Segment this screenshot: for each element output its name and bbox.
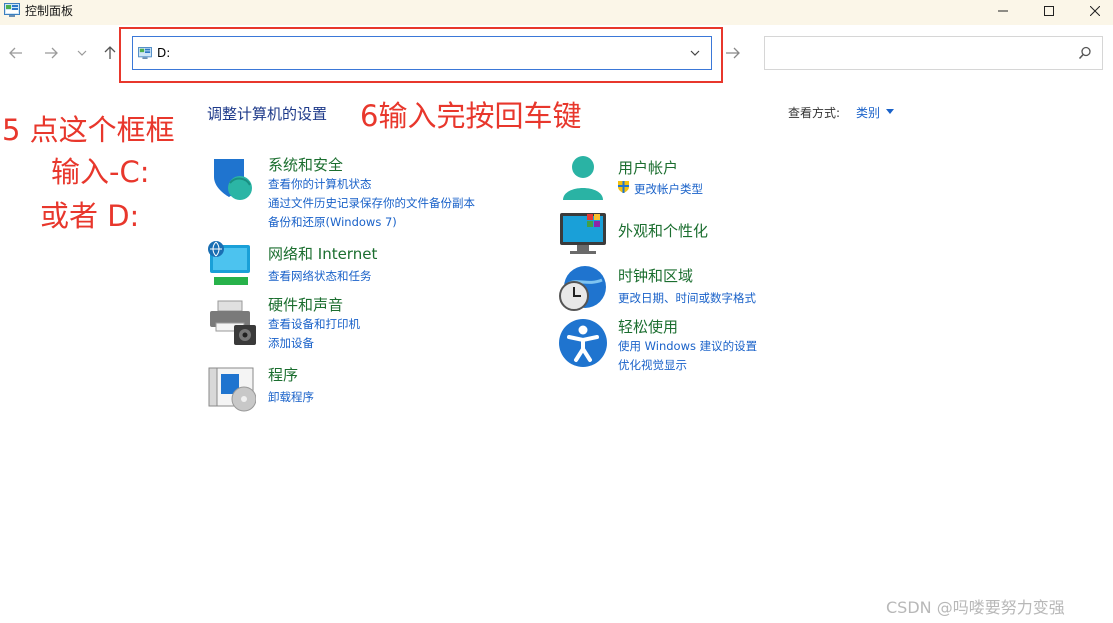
forward-arrow-icon xyxy=(45,47,58,59)
network-globe-icon[interactable] xyxy=(206,239,256,289)
printer-icon[interactable] xyxy=(206,297,256,347)
view-by-dropdown[interactable]: 类别 xyxy=(856,104,880,121)
back-arrow-icon xyxy=(9,47,22,59)
go-arrow-icon[interactable] xyxy=(724,44,742,62)
link-optimize-visual-display[interactable]: 优化视觉显示 xyxy=(618,357,687,373)
up-button[interactable] xyxy=(101,44,119,62)
display-personalization-icon[interactable] xyxy=(558,209,608,259)
annotation-step5: 5 点这个框框 xyxy=(2,113,175,147)
category-appearance[interactable]: 外观和个性化 xyxy=(618,220,708,241)
view-by-label: 查看方式: xyxy=(788,106,841,120)
link-network-status[interactable]: 查看网络状态和任务 xyxy=(268,268,372,284)
shield-icon[interactable] xyxy=(206,153,256,203)
link-backup-restore[interactable]: 备份和还原(Windows 7) xyxy=(268,214,397,230)
maximize-button[interactable] xyxy=(1026,0,1072,22)
link-add-device[interactable]: 添加设备 xyxy=(268,335,314,351)
category-clock-region[interactable]: 时钟和区域 xyxy=(618,265,693,286)
category-programs[interactable]: 程序 xyxy=(268,364,298,385)
watermark: CSDN @吗喽要努力变强 xyxy=(886,598,1065,617)
up-arrow-icon xyxy=(104,46,116,59)
caret-down-icon[interactable] xyxy=(886,109,894,114)
chevron-down-icon xyxy=(77,50,87,56)
search-icon xyxy=(1078,46,1091,60)
category-network-internet[interactable]: 网络和 Internet xyxy=(268,243,377,264)
annotation-step6: 6输入完按回车键 xyxy=(360,99,582,133)
recent-locations-button[interactable] xyxy=(73,44,91,62)
search-input[interactable] xyxy=(764,36,1103,70)
link-file-history-backup[interactable]: 通过文件历史记录保存你的文件备份副本 xyxy=(268,195,475,211)
link-change-date-time-format[interactable]: 更改日期、时间或数字格式 xyxy=(618,290,756,306)
category-hardware-sound[interactable]: 硬件和声音 xyxy=(268,294,343,315)
link-check-computer-status[interactable]: 查看你的计算机状态 xyxy=(268,176,372,192)
link-uninstall-program[interactable]: 卸载程序 xyxy=(268,389,314,405)
minimize-button[interactable] xyxy=(980,0,1026,22)
link-devices-printers[interactable]: 查看设备和打印机 xyxy=(268,316,360,332)
title-bar: 控制面板 xyxy=(0,0,1113,25)
annotation-step5-line3: 或者 D: xyxy=(40,199,140,233)
annotation-highlight-box xyxy=(119,27,723,83)
link-windows-recommended-settings[interactable]: 使用 Windows 建议的设置 xyxy=(618,338,757,354)
back-button[interactable] xyxy=(7,44,25,62)
page-title: 调整计算机的设置 xyxy=(207,105,328,123)
minimize-icon xyxy=(998,10,1008,12)
close-button[interactable] xyxy=(1072,0,1113,22)
programs-icon[interactable] xyxy=(206,364,256,414)
window-title: 控制面板 xyxy=(25,4,74,18)
control-panel-icon xyxy=(4,3,20,17)
forward-button[interactable] xyxy=(42,44,60,62)
user-icon[interactable] xyxy=(558,154,608,204)
clock-globe-icon[interactable] xyxy=(558,264,608,314)
annotation-step5-line2: 输入-C: xyxy=(51,155,150,189)
category-user-accounts[interactable]: 用户帐户 xyxy=(618,157,678,178)
accessibility-icon[interactable] xyxy=(558,318,608,368)
uac-shield-icon xyxy=(618,181,629,193)
category-ease-of-access[interactable]: 轻松使用 xyxy=(618,316,678,337)
maximize-icon xyxy=(1044,6,1054,16)
close-icon xyxy=(1090,6,1100,16)
link-change-account-type[interactable]: 更改帐户类型 xyxy=(634,181,703,197)
category-system-security[interactable]: 系统和安全 xyxy=(268,154,343,175)
